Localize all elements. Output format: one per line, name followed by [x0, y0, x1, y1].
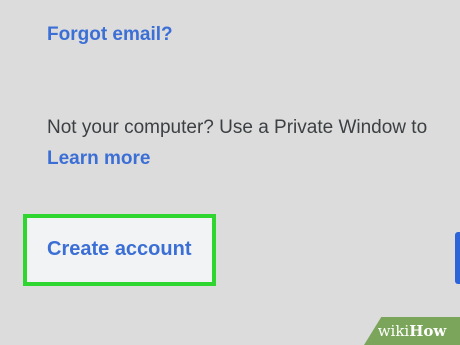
private-window-notice: Not your computer? Use a Private Window …	[47, 117, 428, 138]
wikihow-watermark: wiki How	[364, 317, 460, 345]
watermark-suffix: How	[409, 322, 447, 340]
watermark-prefix: wiki	[377, 322, 410, 340]
learn-more-link[interactable]: Learn more	[47, 148, 150, 170]
forgot-email-link[interactable]: Forgot email?	[47, 24, 173, 46]
next-button-edge[interactable]	[455, 232, 460, 284]
create-account-button[interactable]: Create account	[47, 238, 192, 261]
